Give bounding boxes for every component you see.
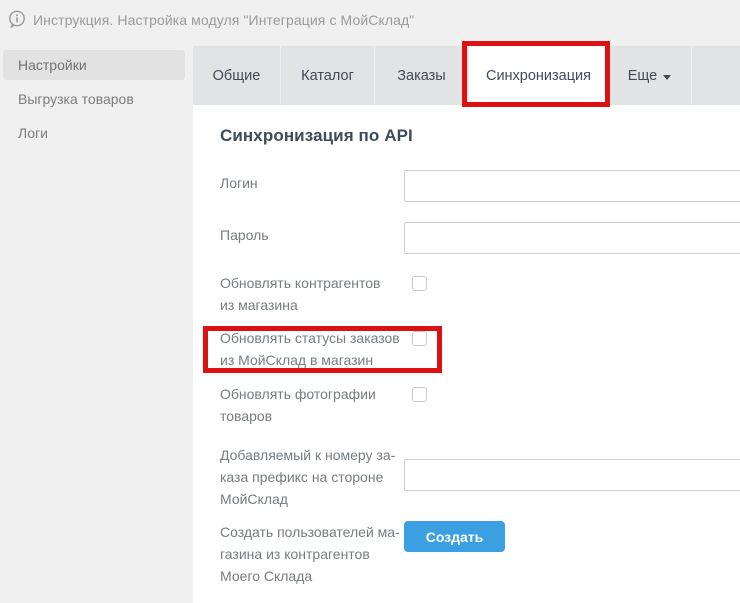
create-users-label: Создать пользователей ма- газина из конт…	[220, 521, 402, 587]
main-panel: Общие Каталог Заказы Синхронизация Еще С…	[193, 46, 740, 603]
update-order-statuses-label: Обновлять статусы заказов из МойСклад в …	[220, 327, 402, 371]
tab-orders[interactable]: Заказы	[375, 46, 469, 105]
tab-synchronization-label: Синхронизация	[486, 68, 591, 84]
update-counterparties-label: Обновлять контрагентов из магазина	[220, 272, 402, 316]
tab-general[interactable]: Общие	[193, 46, 281, 105]
tab-catalog[interactable]: Каталог	[281, 46, 375, 105]
update-counterparties-checkbox[interactable]	[412, 276, 427, 291]
order-prefix-input[interactable]	[404, 459, 740, 491]
password-input[interactable]	[404, 222, 740, 254]
sidebar-item-product-export[interactable]: Выгрузка товаров	[3, 84, 185, 114]
info-bubble-icon	[8, 10, 26, 30]
order-prefix-label: Добавляемый к номеру за- каза префикс на…	[220, 444, 402, 510]
sidebar-item-logs[interactable]: Логи	[3, 118, 185, 148]
tab-synchronization[interactable]: Синхронизация	[469, 46, 608, 105]
login-label: Логин	[220, 172, 402, 194]
settings-page: { "topbar": { "instruction": "Инструкция…	[0, 0, 740, 603]
tab-more-label: Еще	[628, 68, 658, 84]
update-photos-checkbox[interactable]	[412, 387, 427, 402]
login-input[interactable]	[404, 170, 740, 202]
tab-bar: Общие Каталог Заказы Синхронизация Еще	[193, 46, 740, 105]
update-order-statuses-checkbox[interactable]	[412, 331, 427, 346]
tab-catalog-label: Каталог	[301, 68, 354, 84]
section-heading: Синхронизация по API	[220, 126, 413, 146]
tab-general-label: Общие	[213, 68, 261, 84]
update-photos-label: Обновлять фотографии товаров	[220, 383, 402, 427]
tab-more[interactable]: Еще	[608, 46, 692, 105]
chevron-down-icon	[663, 75, 671, 80]
password-label: Пароль	[220, 224, 402, 246]
topbar: Инструкция. Настройка модуля "Интеграция…	[0, 0, 740, 40]
sidebar: Настройки Выгрузка товаров Логи	[0, 46, 193, 603]
create-users-button[interactable]: Создать	[404, 521, 505, 552]
instruction-link[interactable]: Инструкция. Настройка модуля "Интеграция…	[33, 12, 414, 28]
sidebar-item-settings[interactable]: Настройки	[3, 50, 185, 80]
tab-orders-label: Заказы	[397, 68, 445, 84]
